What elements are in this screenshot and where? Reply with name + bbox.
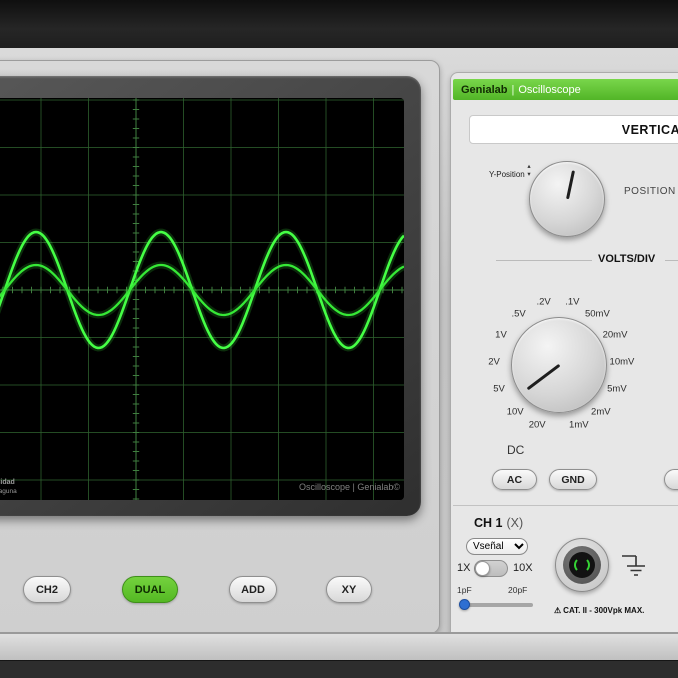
browser-top-bar — [0, 0, 678, 49]
volts-div-option-2mV[interactable]: 2mV — [591, 406, 611, 417]
volts-div-option-20mV[interactable]: 20mV — [603, 329, 628, 340]
volts-div-option-.2V[interactable]: .2V — [536, 296, 550, 307]
volts-div-option-.1V[interactable]: .1V — [565, 296, 579, 307]
brand-watermark: Oscilloscope | Genialab© — [299, 482, 400, 492]
bnc-core — [569, 552, 595, 578]
volts-div-option-20V[interactable]: 20V — [529, 419, 546, 430]
volts-div-rule-right — [665, 260, 678, 261]
coupling-value: DC — [507, 443, 524, 457]
y-position-up-icon[interactable]: ▴ — [524, 163, 534, 171]
chassis-bottom-strip — [0, 634, 678, 660]
position-label: POSITION — [624, 186, 676, 197]
header-separator: | — [511, 84, 514, 96]
y-position-knob-pointer — [566, 170, 575, 199]
capacitance-min-label: 1pF — [457, 585, 472, 595]
probe-toggle-knob — [475, 561, 490, 576]
ground-icon — [619, 550, 651, 582]
section-title: VERTICAL — [469, 115, 678, 144]
vertical-control-panel: Genialab | Oscilloscope VERTICAL Y-Posit… — [450, 72, 678, 634]
mode-button-add[interactable]: ADD — [229, 576, 277, 603]
bnc-connector[interactable] — [555, 538, 609, 592]
capacitance-max-label: 20pF — [508, 585, 527, 595]
volts-div-label: VOLTS/DIV — [598, 253, 655, 265]
signal-select[interactable]: Vseñal — [466, 538, 528, 555]
volts-div-option-5V[interactable]: 5V — [493, 384, 505, 395]
coupling-button-cutoff[interactable] — [664, 469, 678, 490]
volts-div-knob-pointer — [526, 364, 560, 390]
volts-div-option-50mV[interactable]: 50mV — [585, 308, 610, 319]
volts-div-dial: .2V .1V 50mV 20mV 10mV 5mV 2mV1mV 20V 10V5V 2V 1V.… — [478, 284, 638, 444]
y-position-steppers: ▴ ▾ — [524, 163, 534, 179]
y-position-label: Y-Position — [489, 170, 525, 179]
channel-label: CH 1 (X) — [474, 516, 523, 530]
probe-1x-label: 1X — [457, 562, 470, 574]
panel-header: Genialab | Oscilloscope — [453, 79, 678, 100]
safety-warning: ⚠CAT. II - 300Vpk MAX. — [554, 606, 644, 615]
warning-icon: ⚠ — [554, 606, 561, 615]
probe-toggle[interactable] — [474, 560, 508, 577]
mode-button-xy[interactable]: XY — [326, 576, 372, 603]
coupling-ac-button[interactable]: AC — [492, 469, 537, 490]
coupling-gnd-button[interactable]: GND — [549, 469, 597, 490]
panel-divider — [453, 505, 678, 506]
crt-screen: versidad La Laguna Oscilloscope | Genial… — [0, 98, 404, 500]
mode-button-ch2[interactable]: CH2 — [23, 576, 71, 603]
volts-div-knob[interactable] — [511, 317, 607, 413]
capacitance-slider-thumb[interactable] — [459, 599, 470, 610]
volts-div-option-10mV[interactable]: 10mV — [610, 356, 635, 367]
scope-screen-svg — [0, 98, 404, 500]
crt-bezel: versidad La Laguna Oscilloscope | Genial… — [0, 76, 421, 516]
probe-10x-label: 10X — [513, 562, 533, 574]
bnc-contact-icon — [574, 557, 590, 573]
channel-axis: (X) — [506, 516, 523, 530]
volts-div-option-1V[interactable]: 1V — [495, 329, 507, 340]
app-name: Oscilloscope — [518, 84, 580, 96]
volts-div-rule-left — [496, 260, 592, 261]
mode-button-dual[interactable]: DUAL — [122, 576, 178, 603]
display-panel: versidad La Laguna Oscilloscope | Genial… — [0, 60, 440, 634]
volts-div-option-1mV[interactable]: 1mV — [569, 419, 589, 430]
volts-div-option-5mV[interactable]: 5mV — [607, 384, 627, 395]
university-watermark: versidad La Laguna — [0, 478, 17, 496]
oscilloscope-app: versidad La Laguna Oscilloscope | Genial… — [0, 0, 678, 678]
volts-div-option-10V[interactable]: 10V — [507, 406, 524, 417]
mode-button-row: CH2 DUAL ADD XY — [0, 576, 439, 604]
y-position-knob[interactable] — [529, 161, 605, 237]
channel-name: CH 1 — [474, 516, 502, 530]
brand-name: Genialab — [461, 84, 507, 96]
volts-div-option-2V[interactable]: 2V — [488, 356, 500, 367]
volts-div-option-.5V[interactable]: .5V — [511, 308, 525, 319]
warning-text: CAT. II - 300Vpk MAX. — [563, 606, 644, 615]
chassis-bottom-dark-strip — [0, 660, 678, 678]
y-position-down-icon[interactable]: ▾ — [524, 171, 534, 179]
capacitance-slider[interactable] — [461, 603, 533, 607]
